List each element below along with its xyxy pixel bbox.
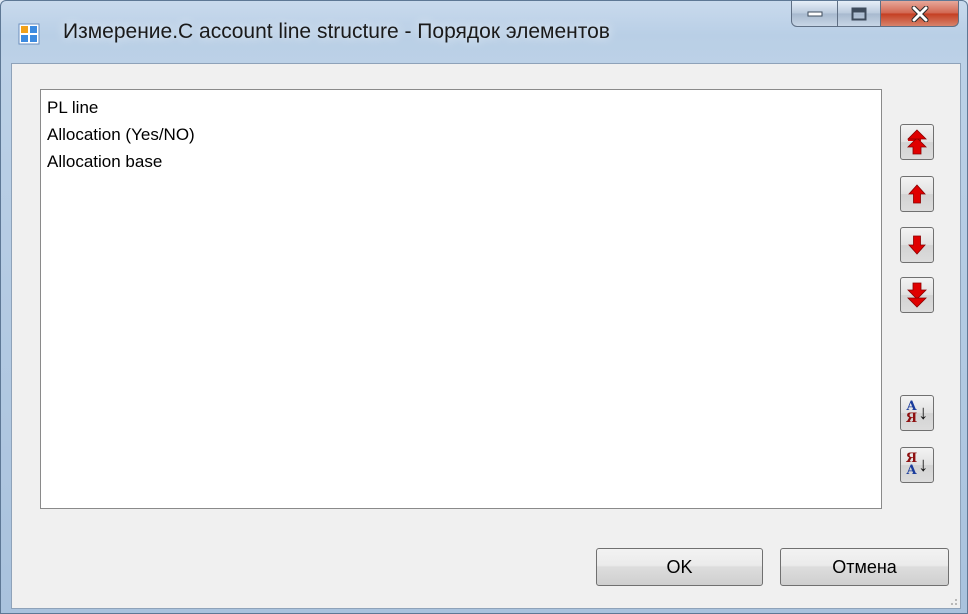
cancel-button[interactable]: Отмена [780,548,949,586]
sort-ascending-icon: А Я ↓ [905,400,929,426]
move-to-top-button[interactable] [900,124,934,160]
minimize-icon [807,11,822,16]
sort-ascending-button[interactable]: А Я ↓ [900,395,934,431]
close-icon [911,5,928,22]
minimize-button[interactable] [791,1,838,27]
list-item[interactable]: PL line [47,94,881,121]
sort-letter-ya: Я [905,411,918,426]
sort-descending-button[interactable]: Я А ↓ [900,447,934,483]
caption-buttons [791,1,959,27]
sort-down-arrow-icon: ↓ [918,401,929,424]
double-arrow-up-icon [907,129,927,155]
dialog-window: Измерение.C account line structure - Пор… [0,0,968,614]
sort-letter-a: А [906,463,917,478]
move-down-button[interactable] [900,227,934,263]
sort-down-arrow-icon: ↓ [918,453,929,476]
ok-button[interactable]: OK [596,548,763,586]
elements-list[interactable]: PL line Allocation (Yes/NO) Allocation b… [40,89,882,509]
arrow-up-icon [908,184,926,204]
move-up-button[interactable] [900,176,934,212]
maximize-button[interactable] [838,1,881,27]
form-app-icon [18,23,40,45]
double-arrow-down-icon [907,282,927,308]
title-bar[interactable]: Измерение.C account line structure - Пор… [1,1,967,63]
maximize-icon [851,7,867,20]
dialog-client-area: PL line Allocation (Yes/NO) Allocation b… [11,63,961,609]
list-item[interactable]: Allocation (Yes/NO) [47,121,881,148]
arrow-down-icon [908,235,926,255]
list-item[interactable]: Allocation base [47,148,881,175]
resize-grip-icon[interactable] [946,594,958,606]
sort-descending-icon: Я А ↓ [906,452,929,478]
window-title: Измерение.C account line structure - Пор… [63,20,610,43]
move-to-bottom-button[interactable] [900,277,934,313]
close-button[interactable] [881,1,959,27]
